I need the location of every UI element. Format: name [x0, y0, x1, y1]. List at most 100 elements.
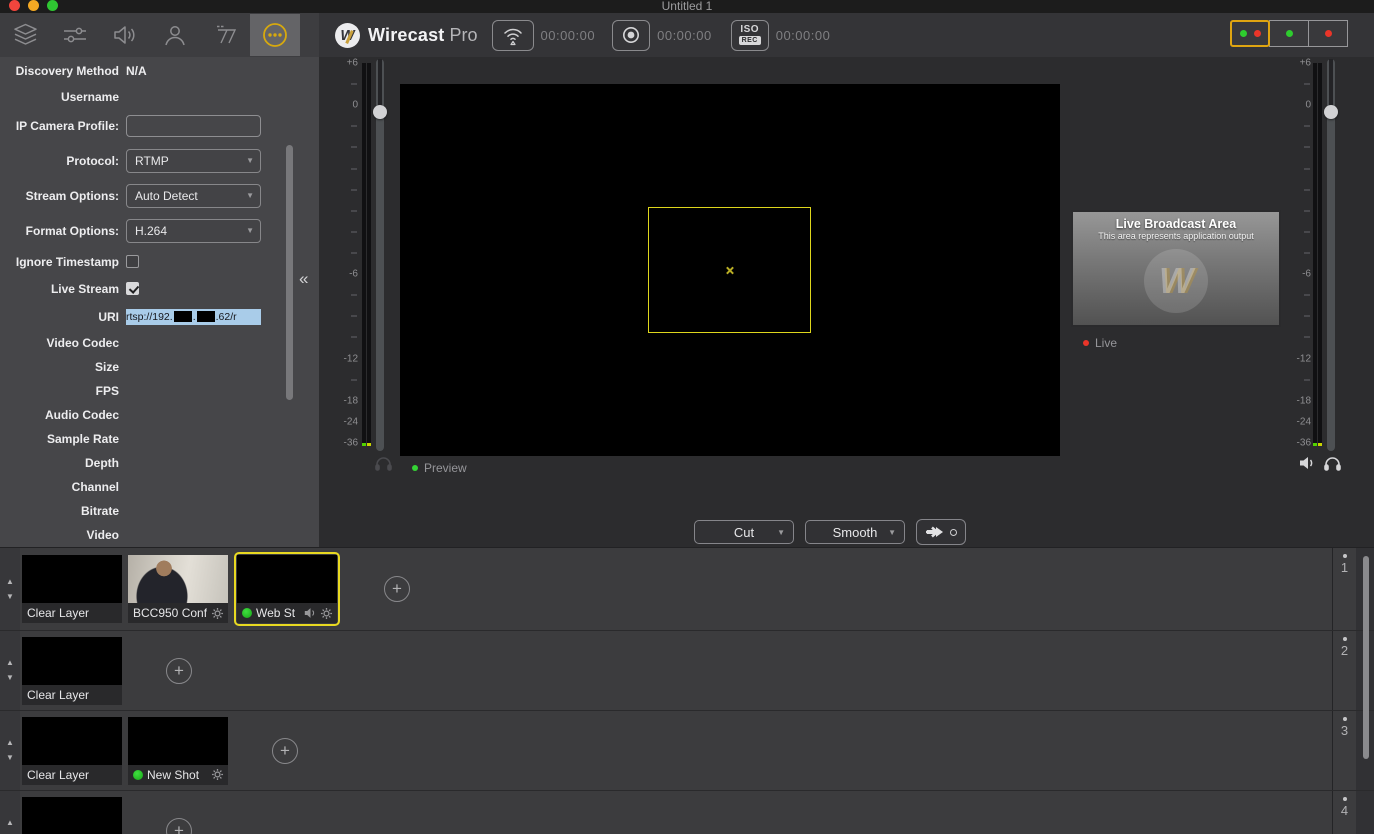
shot-name: Web St [256, 606, 300, 620]
shot-label-bar: BCC950 Conf [128, 603, 228, 623]
placeholder-x-icon [725, 266, 734, 275]
meter-tick-label: 0 [352, 100, 358, 111]
shot-thumbnail [22, 717, 122, 765]
layer-up-button[interactable]: ▲ [6, 659, 14, 667]
templates-tool-button[interactable] [200, 14, 250, 56]
shot-strip: Clear Layer New Shot + [20, 711, 1332, 790]
add-shot-button[interactable]: + [384, 576, 410, 602]
preview-dot-icon [412, 465, 418, 471]
format-options-select[interactable]: H.264 ▼ [126, 219, 261, 243]
go-transition-button[interactable] [916, 519, 966, 545]
add-shot-button[interactable]: + [166, 818, 192, 834]
adjustments-tool-button[interactable] [50, 14, 100, 56]
shot-thumbnail [128, 717, 228, 765]
collapse-sidebar-button[interactable]: « [299, 269, 308, 289]
layer-number-cell: 4 [1332, 791, 1356, 834]
shot-clear-layer[interactable]: Clear Layer [22, 637, 122, 705]
shot-new-shot[interactable]: New Shot [128, 717, 228, 785]
more-tool-button[interactable] [250, 14, 300, 56]
meter-tick [1304, 316, 1310, 317]
meter-tick [1304, 210, 1310, 211]
mode-preview-live-button[interactable] [1230, 20, 1270, 47]
protocol-select[interactable]: RTMP ▼ [126, 149, 261, 173]
layers-scroll-gutter [1356, 791, 1374, 834]
gear-icon[interactable] [320, 607, 333, 620]
field-label: Channel [0, 480, 126, 494]
meter-tick [1304, 231, 1310, 232]
meter-scale: +60-6-12-18-24-36 [340, 63, 358, 443]
layer-up-button[interactable]: ▲ [6, 578, 14, 586]
preview-status: Preview [412, 461, 467, 475]
field-label: Format Options: [0, 224, 126, 238]
live-label: Live [1095, 336, 1117, 350]
record-button[interactable] [612, 20, 650, 51]
meter-bar [1318, 63, 1322, 446]
mode-preview-only-button[interactable] [1269, 20, 1309, 47]
gear-icon[interactable] [211, 768, 224, 781]
shot-clear-layer[interactable]: Clear Layer [22, 717, 122, 785]
preview-canvas[interactable] [400, 84, 1060, 456]
layers-scrollbar[interactable] [1363, 556, 1369, 759]
sidebar-scrollbar[interactable] [286, 145, 293, 400]
meter-scale: +60-6-12-18-24-36 [1293, 63, 1311, 443]
layer-up-button[interactable]: ▲ [6, 739, 14, 747]
selection-box[interactable] [648, 207, 811, 333]
audio-tool-button[interactable] [100, 14, 150, 56]
shot-clear-layer[interactable]: Clear Layer [22, 555, 122, 623]
live-dot-icon [1083, 340, 1089, 346]
iso-record-button[interactable]: ISO REC [731, 20, 769, 51]
guest-tool-button[interactable] [150, 14, 200, 56]
layer-down-button[interactable]: ▼ [6, 593, 14, 601]
stream-options-select[interactable]: Auto Detect ▼ [126, 184, 261, 208]
headphone-icon[interactable] [1323, 455, 1342, 472]
volume-knob[interactable] [1324, 105, 1338, 119]
green-dot-icon [1240, 30, 1247, 37]
shot-live-dot-icon [133, 770, 143, 780]
uri-input[interactable]: rtsp://192...62/r [126, 309, 261, 325]
gear-icon[interactable] [211, 607, 224, 620]
meter-tick-label: -12 [344, 353, 358, 364]
shot-bcc950-conf[interactable]: BCC950 Conf [128, 555, 228, 623]
headphone-icon[interactable] [374, 455, 393, 472]
field-label: Live Stream [0, 282, 126, 296]
mode-live-only-button[interactable] [1308, 20, 1348, 47]
live-stream-checkbox[interactable] [126, 282, 139, 295]
shot-web-st[interactable]: Web St [234, 552, 340, 626]
transition-smooth-select[interactable]: Smooth ▼ [805, 520, 905, 544]
layer-down-button[interactable]: ▼ [6, 674, 14, 682]
stream-button[interactable] [492, 20, 534, 51]
meter-tick [351, 379, 357, 380]
meter-tick [351, 337, 357, 338]
layer-up-button[interactable]: ▲ [6, 819, 14, 827]
transition-cut-select[interactable]: Cut ▼ [694, 520, 794, 544]
shot-audio-icon[interactable] [304, 607, 317, 619]
layer-down-button[interactable]: ▼ [6, 754, 14, 762]
add-shot-button[interactable]: + [272, 738, 298, 764]
layer-row-4: ▲▼Clear Layer+4 [0, 791, 1374, 834]
add-shot-button[interactable]: + [166, 658, 192, 684]
ignore-timestamp-checkbox[interactable] [126, 255, 139, 268]
volume-knob[interactable] [373, 105, 387, 119]
shot-name: Clear Layer [27, 688, 118, 702]
field-label: Video Codec [0, 336, 126, 350]
redaction-block [197, 311, 215, 322]
live-audio-meter: +60-6-12-18-24-36 [1293, 59, 1345, 471]
meter-tick-label: -18 [344, 395, 358, 406]
speaker-monitor-icon[interactable] [1299, 455, 1316, 471]
layer-reorder-controls: ▲▼ [0, 631, 20, 710]
layer-number: 3 [1341, 723, 1348, 738]
chevron-down-icon: ▼ [246, 156, 254, 165]
shot-clear-layer[interactable]: Clear Layer [22, 797, 122, 834]
chevron-down-icon: ▼ [888, 528, 896, 537]
audio-icon [112, 24, 138, 46]
ip-camera-profile-input[interactable] [126, 115, 261, 137]
volume-slider[interactable] [1327, 59, 1335, 451]
meter-tick-label: +6 [1300, 58, 1311, 69]
field-label: Username [0, 90, 126, 104]
transition-controls: Cut ▼ Smooth ▼ [694, 519, 966, 545]
shot-name: Clear Layer [27, 768, 118, 782]
volume-slider[interactable] [376, 59, 384, 451]
shot-label-bar: New Shot [128, 765, 228, 785]
field-label: Protocol: [0, 154, 126, 168]
layers-tool-button[interactable] [0, 14, 50, 56]
